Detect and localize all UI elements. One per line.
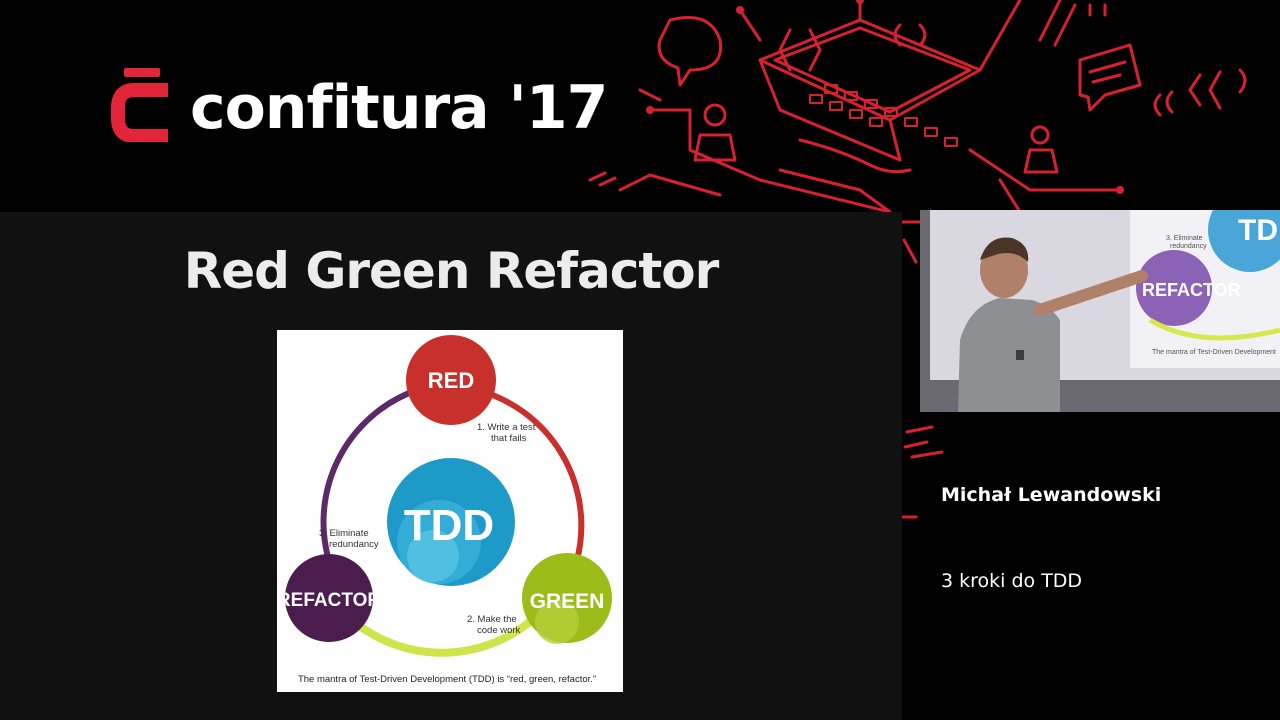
step3-line1: 3. Eliminate	[319, 528, 369, 539]
confitura-c-icon	[111, 68, 168, 142]
diagram-caption: The mantra of Test-Driven Development (T…	[298, 674, 596, 685]
logo-text: confitura '17	[190, 73, 608, 143]
step2-line2: code work	[477, 625, 521, 636]
screen-tdd-text: TDD	[1238, 214, 1280, 247]
red-label: RED	[428, 368, 474, 393]
step1-line1: 1. Write a test	[477, 422, 536, 433]
decorative-circuit-art	[588, 0, 1247, 212]
presentation-slide: Red Green Refactor TDD RED GREEN REFACTO…	[0, 212, 902, 720]
tdd-label: TDD	[404, 501, 494, 550]
slide-title: Red Green Refactor	[183, 242, 720, 300]
speaker-name: Michał Lewandowski	[941, 484, 1162, 506]
refactor-label: REFACTOR	[277, 590, 381, 611]
screen-step2-text: redundancy	[1170, 243, 1207, 250]
screen-caption-text: The mantra of Test-Driven Development	[1152, 349, 1276, 356]
screen-step-text: 3. Eliminate	[1166, 235, 1203, 242]
green-label: GREEN	[530, 590, 605, 613]
tdd-diagram: TDD RED GREEN REFACTOR 1. Write a test t…	[277, 330, 623, 692]
step1-line2: that fails	[491, 433, 527, 444]
header-banner: confitura '17	[0, 0, 1280, 212]
screen-refactor-text: REFACTOR	[1142, 280, 1241, 300]
step2-line1: 2. Make the	[467, 614, 517, 625]
talk-title: 3 kroki do TDD	[941, 570, 1083, 592]
step3-line2: redundancy	[329, 539, 379, 550]
speaker-video: TDD 3. Eliminate redundancy REFACTOR The…	[920, 210, 1280, 412]
